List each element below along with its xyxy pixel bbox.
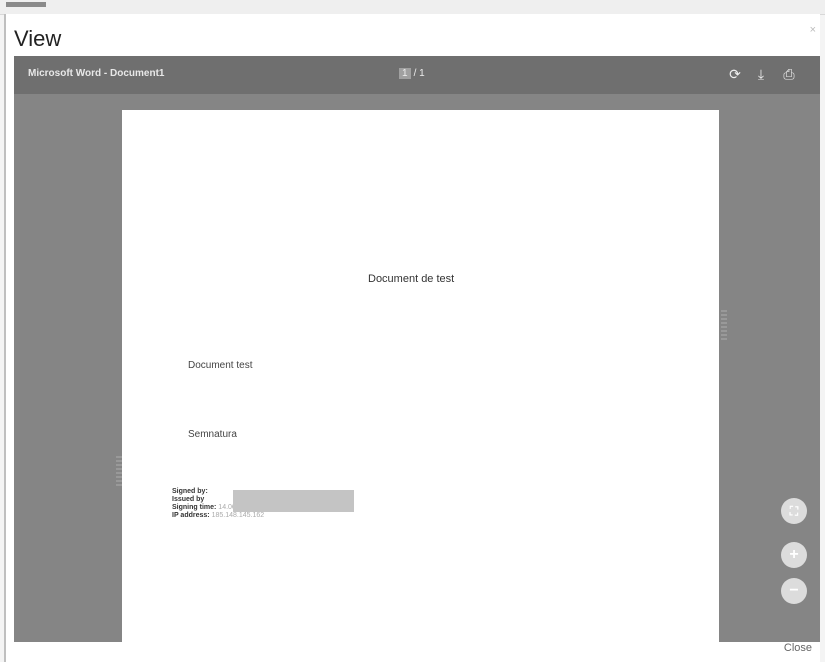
current-page-input[interactable]: 1 — [399, 68, 411, 79]
ip-address-value: 185.148.145.162 — [211, 512, 265, 519]
viewer-toolbar: Microsoft Word - Document1 1/ 1 ⟳ ⤓ ⎙ — [14, 56, 820, 94]
page-total: / 1 — [413, 68, 425, 79]
document-page: Document de test Document test Semnatura… — [122, 110, 719, 642]
right-page-grip[interactable] — [721, 310, 727, 340]
document-title: Microsoft Word - Document1 — [28, 68, 165, 79]
print-icon[interactable]: ⎙ — [780, 65, 798, 83]
rotate-icon[interactable]: ⟳ — [726, 65, 744, 83]
modal-title: View — [14, 26, 62, 51]
fit-page-button[interactable]: ⛶ — [781, 498, 807, 524]
page-indicator: 1/ 1 — [399, 68, 425, 79]
ip-address-label: IP address: — [172, 512, 210, 519]
top-strip-mark — [6, 2, 46, 7]
signed-by-label: Signed by: — [172, 488, 208, 495]
pdf-viewer: Microsoft Word - Document1 1/ 1 ⟳ ⤓ ⎙ Do… — [14, 56, 820, 642]
zoom-in-button[interactable]: + — [781, 542, 807, 568]
download-icon[interactable]: ⤓ — [752, 65, 770, 83]
issued-by-label: Issued by — [172, 496, 205, 503]
view-modal: View × Microsoft Word - Document1 1/ 1 ⟳… — [4, 14, 820, 662]
document-line-2: Semnatura — [188, 429, 237, 440]
browser-top-strip — [0, 0, 825, 15]
redacted-signer-box — [233, 490, 354, 512]
close-button[interactable]: Close — [784, 642, 812, 654]
close-x-icon[interactable]: × — [810, 24, 816, 36]
document-heading: Document de test — [368, 273, 455, 285]
signing-time-label: Signing time: — [172, 504, 217, 511]
zoom-out-button[interactable]: − — [781, 578, 807, 604]
document-line-1: Document test — [188, 360, 253, 371]
